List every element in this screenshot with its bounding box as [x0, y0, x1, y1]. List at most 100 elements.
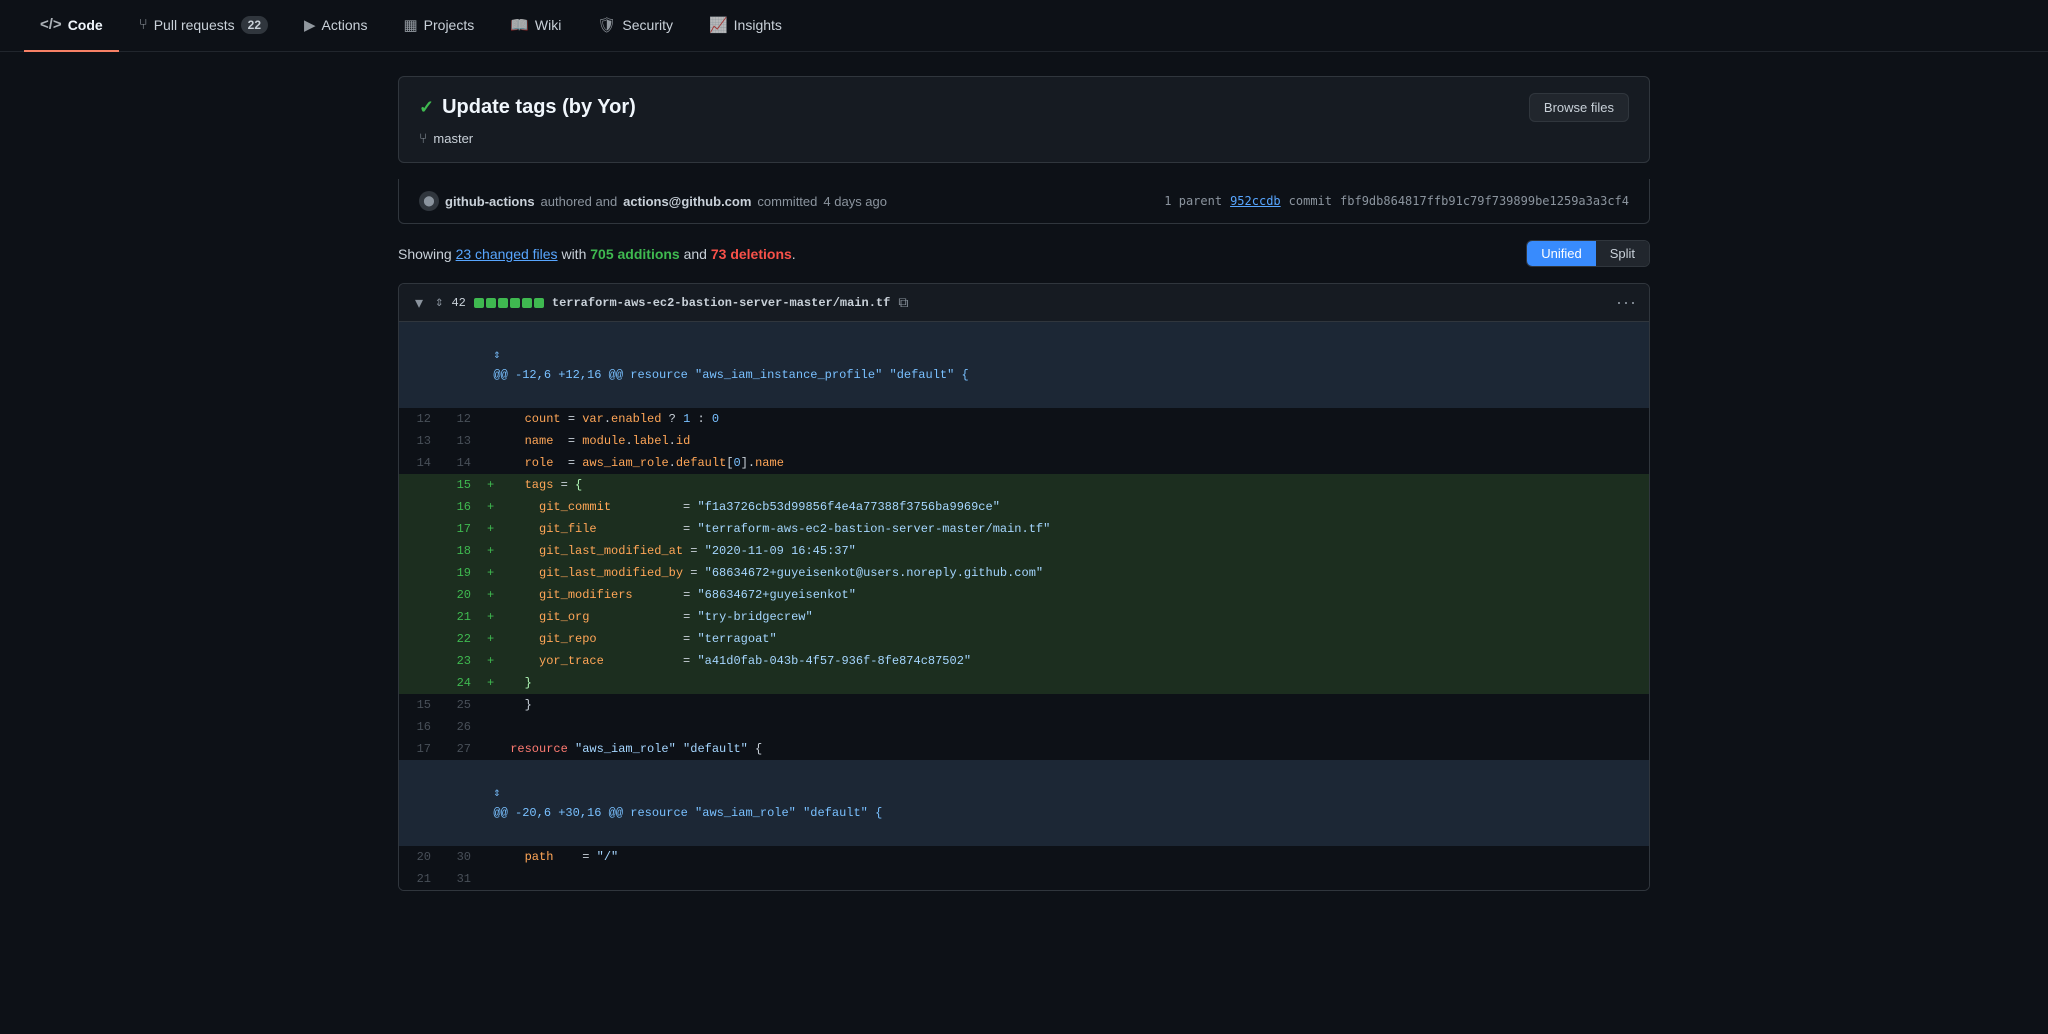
expand-up-icon[interactable]: ⇕: [493, 348, 500, 362]
table-row: 12 12 count = var.enabled ? 1 : 0: [399, 408, 1649, 430]
table-row: 21 + git_org = "try-bridgecrew": [399, 606, 1649, 628]
nav-item-security[interactable]: 🛡 Security: [581, 0, 689, 52]
table-row: 16 + git_commit = "f1a3726cb53d99856f4e4…: [399, 496, 1649, 518]
diff-stats-bar: Showing 23 changed files with 705 additi…: [398, 240, 1650, 267]
code-line: git_commit = "f1a3726cb53d99856f4e4a7738…: [502, 496, 1649, 518]
commit-label: commit: [1289, 194, 1332, 208]
code-line: count = var.enabled ? 1 : 0: [502, 408, 1649, 430]
new-line-num: 19: [439, 562, 479, 584]
old-line-num: [399, 518, 439, 540]
sign-cell: +: [479, 650, 502, 672]
table-row: 13 13 name = module.label.id: [399, 430, 1649, 452]
commit-meta-right: 1 parent 952ccdb commit fbf9db864817ffb9…: [1164, 194, 1629, 208]
table-row: 20 + git_modifiers = "68634672+guyeisenk…: [399, 584, 1649, 606]
table-row: 22 + git_repo = "terragoat": [399, 628, 1649, 650]
table-row: 24 + }: [399, 672, 1649, 694]
old-line-num: [399, 672, 439, 694]
hunk2-text: @@ -20,6 +30,16 @@ resource "aws_iam_rol…: [493, 806, 882, 820]
wiki-icon: 📖: [510, 16, 529, 34]
hunk1-text: @@ -12,6 +12,16 @@ resource "aws_iam_ins…: [493, 368, 968, 382]
parent-hash[interactable]: 952ccdb: [1230, 194, 1281, 208]
new-line-num: 27: [439, 738, 479, 760]
code-line: }: [502, 694, 1649, 716]
code-line: resource "aws_iam_role" "default" {: [502, 738, 1649, 760]
table-row: 15 + tags = {: [399, 474, 1649, 496]
table-row: 14 14 role = aws_iam_role.default[0].nam…: [399, 452, 1649, 474]
code-line: [502, 716, 1649, 738]
nav-item-pull-requests[interactable]: ⑂ Pull requests 22: [123, 0, 284, 52]
nav-label-projects: Projects: [424, 17, 475, 33]
code-line: git_last_modified_by = "68634672+guyeise…: [502, 562, 1649, 584]
old-line-num: [399, 628, 439, 650]
new-line-num: 31: [439, 868, 479, 890]
table-row: 15 25 }: [399, 694, 1649, 716]
table-row: 16 26: [399, 716, 1649, 738]
nav-label-actions: Actions: [322, 17, 368, 33]
main-content: ✓ Update tags (by Yor) Browse files ⑂ ma…: [374, 52, 1674, 931]
code-line: yor_trace = "a41d0fab-043b-4f57-936f-8fe…: [502, 650, 1649, 672]
code-line: tags = {: [502, 474, 1649, 496]
new-line-num: 30: [439, 846, 479, 868]
sign-cell: [479, 738, 502, 760]
old-line-num: 21: [399, 868, 439, 890]
code-line: git_repo = "terragoat": [502, 628, 1649, 650]
more-options-button[interactable]: ···: [1616, 292, 1637, 313]
pill-2: [486, 298, 496, 308]
new-line-num: 15: [439, 474, 479, 496]
sign-cell: [479, 846, 502, 868]
committer-name: actions@github.com: [623, 194, 751, 209]
code-line: git_file = "terraform-aws-ec2-bastion-se…: [502, 518, 1649, 540]
table-row: 23 + yor_trace = "a41d0fab-043b-4f57-936…: [399, 650, 1649, 672]
code-line: path = "/": [502, 846, 1649, 868]
split-view-button[interactable]: Split: [1596, 241, 1649, 266]
sign-cell: +: [479, 562, 502, 584]
nav-item-wiki[interactable]: 📖 Wiki: [494, 0, 577, 52]
nav-item-code[interactable]: </> Code: [24, 0, 119, 52]
new-line-num: 18: [439, 540, 479, 562]
new-line-num: 22: [439, 628, 479, 650]
commit-header: ✓ Update tags (by Yor) Browse files ⑂ ma…: [398, 76, 1650, 163]
nav-item-actions[interactable]: ▶ Actions: [288, 0, 383, 52]
actions-icon: ▶: [304, 16, 316, 34]
nav-item-projects[interactable]: ▦ Projects: [387, 0, 490, 52]
unified-view-button[interactable]: Unified: [1527, 241, 1595, 266]
full-hash: fbf9db864817ffb91c79f739899be1259a3a3cf4: [1340, 194, 1629, 208]
security-icon: 🛡: [597, 16, 616, 34]
expand-icon[interactable]: ⇕: [493, 786, 500, 800]
old-line-num: [399, 540, 439, 562]
new-line-num: 17: [439, 518, 479, 540]
sign-cell: [479, 868, 502, 890]
pill-6: [534, 298, 544, 308]
table-row: 21 31: [399, 868, 1649, 890]
branch-icon: ⑂: [419, 130, 427, 146]
nav-item-insights[interactable]: 📈 Insights: [693, 0, 798, 52]
code-line: }: [502, 672, 1649, 694]
copy-filename-button[interactable]: ⧉: [898, 294, 908, 311]
pill-1: [474, 298, 484, 308]
table-row: 18 + git_last_modified_at = "2020-11-09 …: [399, 540, 1649, 562]
new-line-num: 14: [439, 452, 479, 474]
nav-label-code: Code: [68, 17, 103, 33]
browse-files-button[interactable]: Browse files: [1529, 93, 1629, 122]
commit-title: ✓ Update tags (by Yor): [419, 96, 636, 119]
commit-title-text: Update tags (by Yor): [442, 96, 636, 119]
insights-icon: 📈: [709, 16, 728, 34]
old-line-num: [399, 474, 439, 496]
pill-5: [522, 298, 532, 308]
new-line-num: 24: [439, 672, 479, 694]
projects-icon: ▦: [403, 16, 417, 34]
collapse-button[interactable]: ▾: [411, 293, 427, 313]
file-name: terraform-aws-ec2-bastion-server-master/…: [552, 296, 890, 310]
code-line: name = module.label.id: [502, 430, 1649, 452]
new-line-num: 16: [439, 496, 479, 518]
old-line-num: [399, 650, 439, 672]
diff-stat-icon: ⇕: [435, 294, 443, 311]
sign-cell: +: [479, 672, 502, 694]
changed-files-count[interactable]: 23 changed files: [456, 246, 558, 262]
stat-pills: [474, 298, 544, 308]
new-line-num: 13: [439, 430, 479, 452]
old-line-num: [399, 562, 439, 584]
commit-meta-left: ⬤ github-actions authored and actions@gi…: [419, 191, 887, 211]
pr-badge: 22: [241, 16, 268, 34]
file-diff-header: ▾ ⇕ 42 terraform-aws-ec2-bastion-server-…: [399, 284, 1649, 322]
